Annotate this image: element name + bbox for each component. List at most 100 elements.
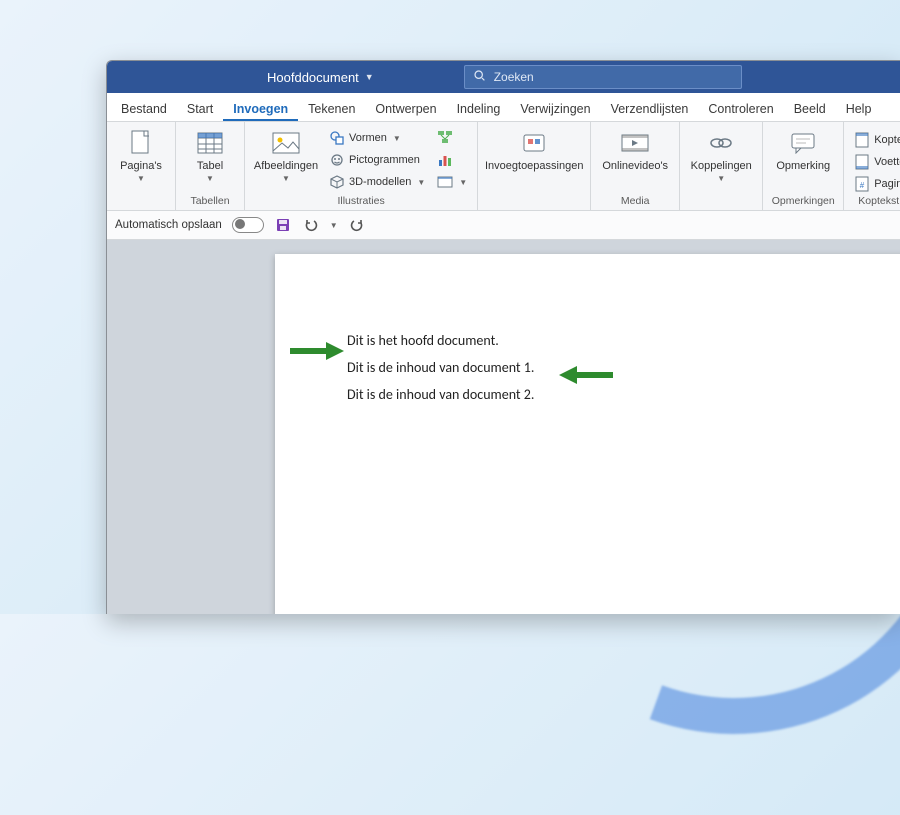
group-koppelingen: Koppelingen ▼ xyxy=(680,122,763,210)
redo-button[interactable] xyxy=(348,216,366,234)
koptekst-label: Koptekst xyxy=(874,134,900,146)
icons-icon xyxy=(329,152,345,168)
quick-access-row: Automatisch opslaan ▼ xyxy=(107,211,900,240)
opmerking-label: Opmerking xyxy=(776,160,830,173)
3d-modellen-button[interactable]: 3D-modellen ▼ xyxy=(325,172,429,192)
tabel-label: Tabel xyxy=(197,160,223,173)
document-title-text: Hoofddocument xyxy=(267,70,359,85)
tab-invoegen[interactable]: Invoegen xyxy=(223,97,298,121)
voettekst-label: Voettekst xyxy=(874,156,900,168)
tab-controleren[interactable]: Controleren xyxy=(698,97,783,121)
group-tabellen: Tabel ▼ Tabellen xyxy=(176,122,245,210)
chevron-down-icon: ▼ xyxy=(717,174,725,183)
vormen-button[interactable]: Vormen ▼ xyxy=(325,128,429,148)
tab-verwijzingen[interactable]: Verwijzingen xyxy=(510,97,600,121)
document-line[interactable]: Dit is de inhoud van document 2. xyxy=(347,386,843,403)
smartart-icon xyxy=(437,130,453,146)
chevron-down-icon: ▼ xyxy=(365,72,374,82)
search-box[interactable]: Zoeken xyxy=(464,65,742,89)
group-label xyxy=(113,194,169,208)
comment-icon xyxy=(788,128,818,158)
table-icon xyxy=(195,128,225,158)
tab-indeling[interactable]: Indeling xyxy=(447,97,511,121)
ribbon-tab-strip: Bestand Start Invoegen Tekenen Ontwerpen… xyxy=(107,93,900,122)
group-paginas: Pagina's ▼ xyxy=(107,122,176,210)
group-invoegtoepassingen: Invoegtoepassingen xyxy=(478,122,591,210)
tabel-button[interactable]: Tabel ▼ xyxy=(182,126,238,194)
group-label: Illustraties xyxy=(251,194,471,208)
undo-dropdown[interactable]: ▼ xyxy=(330,221,338,230)
group-label: Koptekst en voettekst xyxy=(850,194,900,208)
tab-verzendlijsten[interactable]: Verzendlijsten xyxy=(601,97,699,121)
document-line[interactable]: Dit is de inhoud van document 1. xyxy=(347,359,843,376)
group-media: Onlinevideo's Media xyxy=(591,122,680,210)
autosave-toggle[interactable] xyxy=(232,217,264,233)
chevron-down-icon: ▼ xyxy=(459,178,467,187)
opmerking-button[interactable]: Opmerking xyxy=(769,126,837,194)
search-icon xyxy=(473,69,486,85)
vormen-label: Vormen xyxy=(349,132,387,144)
onlinevideos-button[interactable]: Onlinevideo's xyxy=(597,126,673,194)
page[interactable]: Dit is het hoofd document. Dit is de inh… xyxy=(275,254,900,614)
cube-icon xyxy=(329,174,345,190)
chart-icon xyxy=(437,152,453,168)
ribbon: Pagina's ▼ Tabel ▼ Tabellen xyxy=(107,122,900,211)
paginanummer-button[interactable]: # Paginanummer ▼ xyxy=(850,174,900,194)
pictures-icon xyxy=(271,128,301,158)
link-icon xyxy=(706,128,736,158)
screenshot-icon xyxy=(437,174,453,190)
koptekst-button[interactable]: Koptekst ▼ xyxy=(850,130,900,150)
onlinevideos-label: Onlinevideo's xyxy=(602,160,668,173)
document-title-button[interactable]: Hoofddocument ▼ xyxy=(267,70,374,85)
invoegtoepassingen-button[interactable]: Invoegtoepassingen xyxy=(484,126,584,194)
afbeeldingen-button[interactable]: Afbeeldingen ▼ xyxy=(251,126,321,194)
autosave-label: Automatisch opslaan xyxy=(115,219,222,231)
voettekst-button[interactable]: Voettekst ▼ xyxy=(850,152,900,172)
group-label: Tabellen xyxy=(182,194,238,208)
group-opmerkingen: Opmerking Opmerkingen xyxy=(763,122,844,210)
invoegtoepassingen-label: Invoegtoepassingen xyxy=(485,160,583,173)
pictogrammen-button[interactable]: Pictogrammen xyxy=(325,150,429,170)
tab-start[interactable]: Start xyxy=(177,97,223,121)
koppelingen-button[interactable]: Koppelingen ▼ xyxy=(686,126,756,194)
tab-beeld[interactable]: Beeld xyxy=(784,97,836,121)
chevron-down-icon: ▼ xyxy=(393,134,401,143)
chevron-down-icon: ▼ xyxy=(282,174,290,183)
screenshot-button[interactable]: ▼ xyxy=(433,172,471,192)
paginanummer-label: Paginanummer xyxy=(874,178,900,190)
page-icon xyxy=(126,128,156,158)
search-placeholder: Zoeken xyxy=(494,70,534,84)
group-label: Opmerkingen xyxy=(769,194,837,208)
koppelingen-label: Koppelingen xyxy=(691,160,752,173)
afbeeldingen-label: Afbeeldingen xyxy=(254,160,318,173)
chart-button[interactable] xyxy=(433,150,471,170)
chevron-down-icon: ▼ xyxy=(206,174,214,183)
save-button[interactable] xyxy=(274,216,292,234)
svg-text:#: # xyxy=(860,181,865,190)
undo-button[interactable] xyxy=(302,216,320,234)
chevron-down-icon: ▼ xyxy=(137,174,145,183)
document-canvas[interactable]: Dit is het hoofd document. Dit is de inh… xyxy=(107,240,900,614)
video-icon xyxy=(620,128,650,158)
document-line[interactable]: Dit is het hoofd document. xyxy=(347,332,843,349)
group-label xyxy=(484,194,584,208)
tab-help[interactable]: Help xyxy=(836,97,882,121)
header-icon xyxy=(854,132,870,148)
group-illustraties: Afbeeldingen ▼ Vormen ▼ Pictogrammen xyxy=(245,122,478,210)
tab-bestand[interactable]: Bestand xyxy=(111,97,177,121)
paginas-button[interactable]: Pagina's ▼ xyxy=(113,126,169,194)
chevron-down-icon: ▼ xyxy=(417,178,425,187)
tab-ontwerpen[interactable]: Ontwerpen xyxy=(365,97,446,121)
3d-modellen-label: 3D-modellen xyxy=(349,176,411,188)
group-label: Media xyxy=(597,194,673,208)
tab-tekenen[interactable]: Tekenen xyxy=(298,97,365,121)
smartart-button[interactable] xyxy=(433,128,471,148)
word-app-window: Hoofddocument ▼ Zoeken Bestand Start Inv… xyxy=(106,60,900,614)
shapes-icon xyxy=(329,130,345,146)
pictogrammen-label: Pictogrammen xyxy=(349,154,420,166)
paginas-label: Pagina's xyxy=(120,160,162,173)
page-number-icon: # xyxy=(854,176,870,192)
group-label xyxy=(686,194,756,208)
group-koptekst-voettekst: Koptekst ▼ Voettekst ▼ # Paginanummer ▼ xyxy=(844,122,900,210)
footer-icon xyxy=(854,154,870,170)
